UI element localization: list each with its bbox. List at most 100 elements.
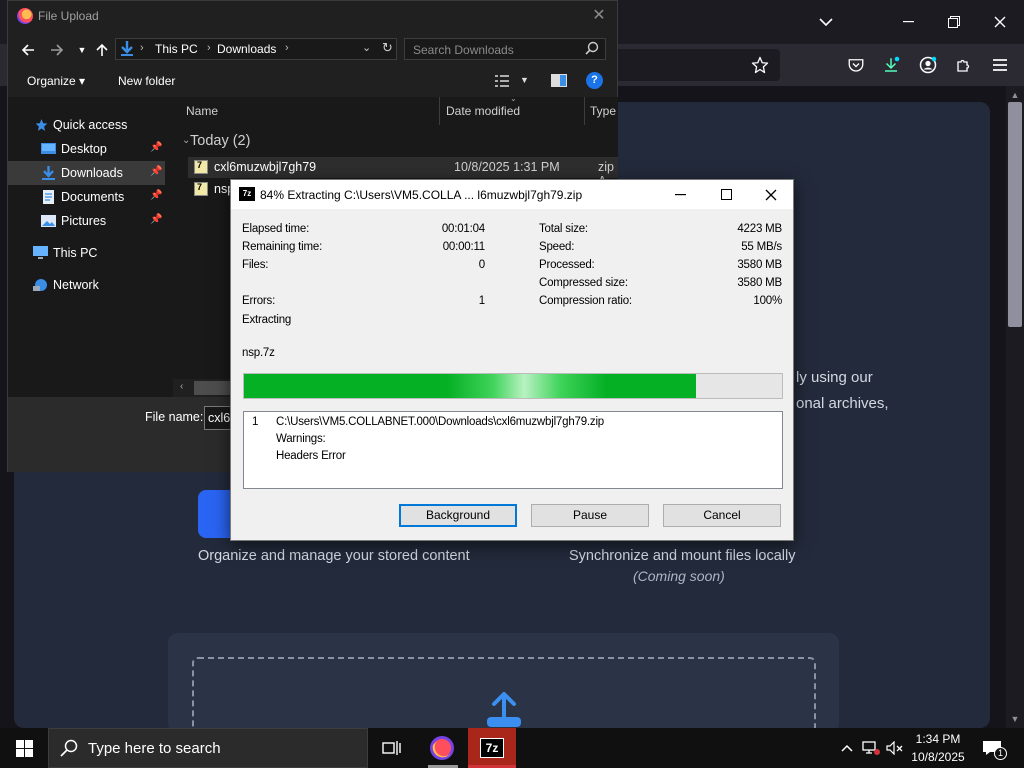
up-icon[interactable] bbox=[90, 39, 114, 61]
column-type[interactable]: Type bbox=[590, 104, 616, 118]
pin-icon: 📌 bbox=[150, 142, 163, 153]
file-name: cxl6muzwbjl7gh79 bbox=[214, 160, 317, 174]
clock-time[interactable]: 1:34 PM bbox=[908, 732, 968, 746]
cancel-button[interactable]: Cancel bbox=[663, 504, 781, 527]
extensions-icon[interactable] bbox=[949, 50, 979, 80]
nav-network[interactable]: Network bbox=[8, 273, 165, 297]
nav-quick-access[interactable]: Quick access bbox=[8, 113, 165, 137]
windows-start-icon[interactable] bbox=[0, 728, 48, 768]
new-folder-button[interactable]: New folder bbox=[118, 74, 175, 88]
background-button[interactable]: Background bbox=[399, 504, 517, 527]
task-view-icon[interactable] bbox=[368, 728, 416, 768]
7zip-taskbar-icon[interactable]: 7z bbox=[468, 728, 516, 768]
chevron-down-icon[interactable]: ⌄ bbox=[362, 41, 371, 54]
7zip-progress-dialog: 7z 84% Extracting C:\Users\VM5.COLLA ...… bbox=[230, 179, 794, 541]
preview-pane-icon[interactable] bbox=[551, 74, 567, 87]
progress-bar-fill bbox=[244, 374, 696, 398]
nav-this-pc[interactable]: This PC bbox=[8, 241, 165, 265]
maximize-icon[interactable] bbox=[703, 180, 749, 209]
files-label: Files: bbox=[242, 259, 269, 271]
search-input[interactable]: Search Downloads bbox=[404, 38, 606, 60]
status-text: Extracting bbox=[242, 314, 292, 326]
chevron-right-icon: › bbox=[140, 42, 144, 54]
nav-documents[interactable]: Documents 📌 bbox=[8, 185, 165, 209]
documents-icon bbox=[43, 190, 54, 204]
refresh-icon[interactable]: ↻ bbox=[382, 40, 393, 56]
pictures-icon bbox=[41, 215, 56, 227]
dialog-titlebar: File Upload ✕ bbox=[8, 1, 617, 32]
site-intro-line-1: ly using our bbox=[796, 369, 873, 386]
firefox-taskbar-icon[interactable] bbox=[418, 728, 466, 768]
pin-icon: 📌 bbox=[150, 166, 163, 177]
back-icon[interactable] bbox=[16, 39, 40, 61]
dialog-titlebar: 7z 84% Extracting C:\Users\VM5.COLLA ...… bbox=[231, 180, 793, 209]
notification-count: 1 bbox=[994, 747, 1007, 760]
network-icon bbox=[33, 279, 47, 291]
scroll-down-icon[interactable]: ▼ bbox=[1008, 712, 1022, 726]
scroll-up-icon[interactable]: ▲ bbox=[1008, 88, 1022, 102]
help-icon[interactable]: ? bbox=[586, 72, 603, 89]
bookmark-star-icon[interactable] bbox=[745, 50, 775, 80]
log-error: Headers Error bbox=[276, 450, 346, 462]
downloads-folder-icon bbox=[120, 40, 136, 58]
scrollbar-thumb[interactable] bbox=[1008, 102, 1022, 327]
breadcrumb-this-pc[interactable]: This PC bbox=[155, 42, 198, 56]
total-size-label: Total size: bbox=[539, 223, 588, 235]
close-icon[interactable]: ✕ bbox=[587, 5, 611, 27]
dialog-title: 84% Extracting C:\Users\VM5.COLLA ... l6… bbox=[260, 188, 583, 202]
compressed-size-label: Compressed size: bbox=[539, 277, 628, 289]
sort-caret-icon: ⌄ bbox=[510, 94, 517, 103]
navigation-pane: Quick access Desktop 📌 Downloads 📌 Docum… bbox=[8, 97, 165, 397]
clock-date[interactable]: 10/8/2025 bbox=[908, 750, 968, 764]
taskbar-search-placeholder: Type here to search bbox=[88, 740, 221, 757]
breadcrumb-downloads[interactable]: Downloads bbox=[217, 42, 276, 56]
column-name[interactable]: Name bbox=[186, 104, 218, 118]
search-placeholder: Search Downloads bbox=[413, 43, 514, 57]
volume-muted-icon[interactable] bbox=[884, 728, 906, 768]
current-file: nsp.7z bbox=[242, 347, 275, 359]
menu-icon[interactable] bbox=[985, 50, 1015, 80]
column-divider[interactable] bbox=[584, 97, 585, 125]
nav-desktop[interactable]: Desktop 📌 bbox=[8, 137, 165, 161]
forward-icon[interactable] bbox=[45, 39, 69, 61]
column-divider[interactable] bbox=[439, 97, 440, 125]
compression-ratio-label: Compression ratio: bbox=[539, 295, 632, 307]
message-log[interactable]: 1 C:\Users\VM5.COLLABNET.000\Downloads\c… bbox=[243, 411, 783, 489]
search-icon bbox=[585, 41, 599, 55]
minimize-icon[interactable] bbox=[657, 180, 703, 209]
account-icon[interactable] bbox=[913, 50, 943, 80]
view-options-icon[interactable] bbox=[495, 75, 509, 87]
network-status-icon[interactable] bbox=[860, 728, 882, 768]
pin-icon: 📌 bbox=[150, 214, 163, 225]
search-icon bbox=[60, 739, 78, 757]
downloads-icon bbox=[42, 166, 55, 180]
address-bar[interactable]: › This PC › Downloads › ⌄ ↻ bbox=[115, 38, 397, 60]
nav-downloads[interactable]: Downloads 📌 bbox=[8, 161, 165, 185]
file-name-label: File name: bbox=[145, 410, 204, 424]
nav-pictures[interactable]: Pictures 📌 bbox=[8, 209, 165, 233]
site-intro-line-2: onal archives, bbox=[796, 395, 889, 412]
scroll-left-icon[interactable]: ‹ bbox=[180, 381, 183, 392]
notifications-icon[interactable]: 1 bbox=[978, 728, 1007, 768]
minimize-icon[interactable] bbox=[886, 0, 930, 44]
column-date-modified[interactable]: Date modified bbox=[446, 104, 520, 118]
group-header[interactable]: Today (2) bbox=[190, 133, 250, 149]
compressed-size-value: 3580 MB bbox=[737, 277, 782, 289]
pocket-icon[interactable] bbox=[841, 50, 871, 80]
pause-button[interactable]: Pause bbox=[531, 504, 649, 527]
organize-button[interactable]: Organize ▾ bbox=[27, 74, 85, 88]
show-hidden-icons-icon[interactable] bbox=[836, 728, 858, 768]
file-row[interactable]: cxl6muzwbjl7gh79 10/8/2025 1:31 PM zip A bbox=[188, 157, 618, 188]
list-all-tabs-icon[interactable] bbox=[804, 0, 848, 44]
zip-file-icon bbox=[194, 160, 208, 174]
7zip-icon: 7z bbox=[239, 187, 255, 201]
close-icon[interactable] bbox=[978, 0, 1022, 44]
chevron-down-icon[interactable]: ▼ bbox=[520, 75, 529, 85]
log-warnings: Warnings: bbox=[276, 433, 326, 445]
log-index: 1 bbox=[252, 416, 259, 428]
restore-icon[interactable] bbox=[932, 0, 976, 44]
downloads-icon[interactable] bbox=[876, 50, 906, 80]
errors-value: 1 bbox=[478, 295, 485, 307]
close-icon[interactable] bbox=[748, 180, 794, 209]
pin-icon: 📌 bbox=[150, 190, 163, 201]
